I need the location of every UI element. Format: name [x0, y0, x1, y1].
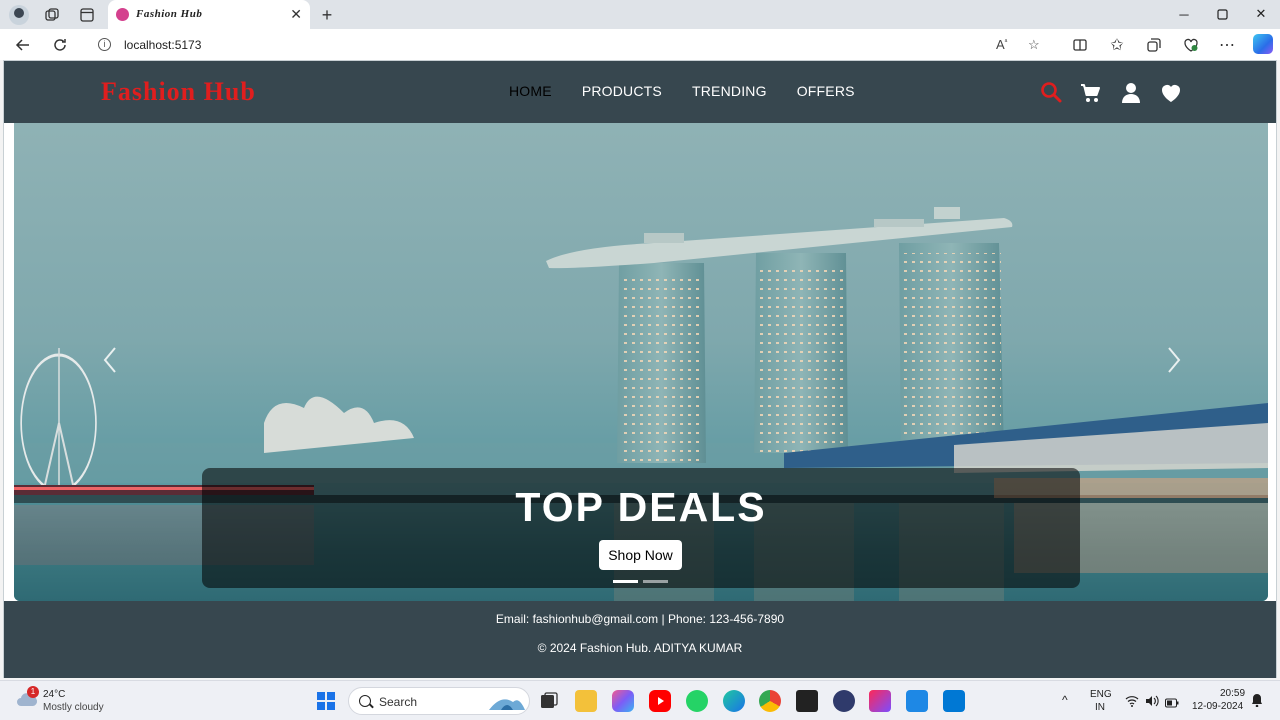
search-highlight-icon: [489, 699, 525, 710]
footer-copyright: © 2024 Fashion Hub. ADITYA KUMAR: [537, 641, 743, 655]
tower-2: [754, 253, 848, 453]
carousel-indicator-2[interactable]: [643, 580, 668, 583]
taskbar-search[interactable]: Search: [348, 687, 530, 715]
workspaces-icon[interactable]: [43, 6, 61, 24]
weather-desc[interactable]: Mostly cloudy: [43, 702, 104, 713]
profile-avatar[interactable]: [9, 5, 29, 25]
copilot-app-icon[interactable]: [612, 690, 634, 712]
footer-contact: Email: fashionhub@gmail.com | Phone: 123…: [495, 612, 785, 626]
edge-icon[interactable]: [723, 690, 745, 712]
more-options-icon[interactable]: ⋯: [1217, 35, 1237, 55]
intellij-icon[interactable]: [869, 690, 891, 712]
site-info-icon[interactable]: i: [98, 38, 111, 51]
clock-time[interactable]: 20:59: [1220, 688, 1245, 699]
tower-3: [899, 243, 1004, 453]
browser-tab-active[interactable]: Fashion Hub ✕: [108, 0, 310, 29]
terminal-icon[interactable]: [796, 690, 818, 712]
chrome-icon[interactable]: [759, 690, 781, 712]
taskbar-search-placeholder: Search: [379, 695, 418, 709]
site-navbar: Fashion Hub HOME PRODUCTS TRENDING OFFER…: [4, 61, 1276, 123]
search-icon[interactable]: [1039, 81, 1063, 105]
tab-title: Fashion Hub: [136, 8, 203, 20]
read-aloud-icon[interactable]: Aᵃ: [996, 37, 1007, 52]
windows-taskbar: 1 24°C Mostly cloudy Search ^ ENG IN 20:…: [0, 680, 1280, 720]
address-bar[interactable]: i localhost:5173 Aᵃ ☆: [84, 32, 1056, 58]
tab-favicon-icon: [116, 8, 129, 21]
close-window-icon[interactable]: ✕: [1251, 5, 1271, 23]
menu-home[interactable]: HOME: [509, 83, 552, 99]
volume-icon[interactable]: [1145, 694, 1159, 712]
weather-temp[interactable]: 24°C: [43, 689, 65, 700]
search-icon: [359, 695, 371, 707]
file-explorer-icon[interactable]: [575, 690, 597, 712]
favorites-icon[interactable]: ✩: [1107, 35, 1127, 55]
youtube-icon[interactable]: [649, 690, 671, 712]
vscode-icon[interactable]: [943, 690, 965, 712]
microsoft-store-icon[interactable]: [906, 690, 928, 712]
browser-tab-strip: Fashion Hub ✕ + ─ ✕: [0, 0, 1280, 29]
carousel-indicator-1[interactable]: [613, 580, 638, 583]
battery-icon[interactable]: [1165, 695, 1179, 713]
split-screen-icon[interactable]: [1070, 35, 1090, 55]
menu-trending[interactable]: TRENDING: [692, 83, 767, 99]
hero-title: TOP DEALS: [515, 484, 767, 530]
notification-badge: 1: [27, 686, 39, 698]
collections-icon[interactable]: [1144, 35, 1164, 55]
cart-icon[interactable]: [1079, 81, 1103, 105]
tab-close-icon[interactable]: ✕: [290, 6, 302, 23]
wifi-icon[interactable]: [1125, 694, 1139, 712]
language-top[interactable]: ENG: [1090, 689, 1112, 700]
maximize-icon[interactable]: [1212, 5, 1232, 23]
site-footer: Email: fashionhub@gmail.com | Phone: 123…: [4, 601, 1276, 678]
menu-products[interactable]: PRODUCTS: [582, 83, 662, 99]
browser-toolbar: i localhost:5173 Aᵃ ☆ ✩ ⋯: [0, 29, 1280, 60]
notification-bell-icon[interactable]: [1251, 693, 1263, 712]
hero-caption: TOP DEALS Shop Now: [202, 468, 1080, 588]
heart-icon[interactable]: [1159, 81, 1183, 105]
task-view-icon[interactable]: [538, 690, 560, 712]
tower-1: [617, 263, 706, 463]
tab-actions-icon[interactable]: [78, 6, 96, 24]
carousel-next-icon[interactable]: [1162, 343, 1186, 377]
user-icon[interactable]: [1119, 81, 1143, 105]
copilot-icon[interactable]: [1253, 34, 1273, 54]
tray-chevron-icon[interactable]: ^: [1062, 693, 1068, 707]
refresh-icon[interactable]: [50, 35, 70, 55]
whatsapp-icon[interactable]: [686, 690, 708, 712]
site-logo[interactable]: Fashion Hub: [101, 77, 256, 107]
address-url[interactable]: localhost:5173: [124, 38, 201, 52]
back-arrow-icon[interactable]: [13, 35, 33, 55]
new-tab-plus-icon[interactable]: +: [318, 5, 336, 25]
minimize-icon[interactable]: ─: [1174, 5, 1194, 23]
hero-carousel: TOP DEALS Shop Now: [14, 123, 1268, 601]
language-bottom[interactable]: IN: [1095, 702, 1105, 713]
favorite-star-icon[interactable]: ☆: [1028, 37, 1040, 53]
web-page: Fashion Hub HOME PRODUCTS TRENDING OFFER…: [3, 60, 1277, 678]
carousel-prev-icon[interactable]: [98, 343, 122, 377]
windows-start-icon[interactable]: [317, 692, 335, 710]
main-menu: HOME PRODUCTS TRENDING OFFERS: [509, 83, 855, 99]
browser-essentials-icon[interactable]: [1181, 35, 1201, 55]
eclipse-icon[interactable]: [833, 690, 855, 712]
menu-offers[interactable]: OFFERS: [797, 83, 855, 99]
shop-now-button[interactable]: Shop Now: [599, 540, 682, 570]
clock-date[interactable]: 12-09-2024: [1192, 701, 1243, 712]
